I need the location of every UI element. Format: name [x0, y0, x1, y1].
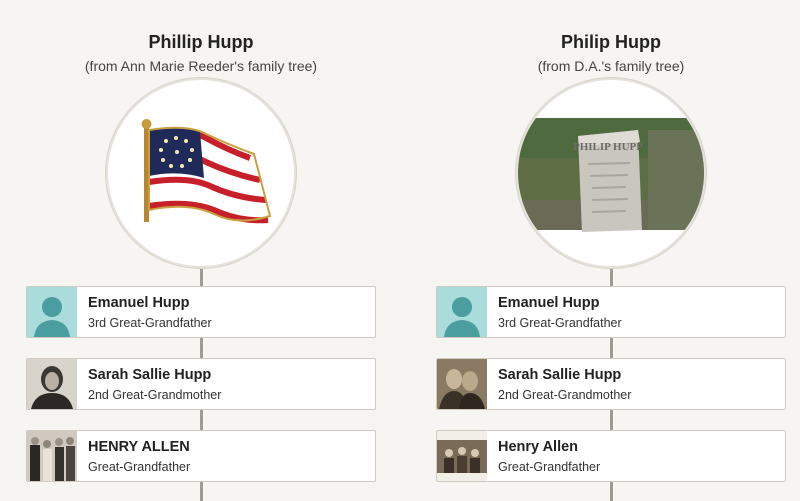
flag-image	[122, 108, 280, 236]
ancestor-photo	[437, 431, 487, 481]
ancestor-photo	[437, 359, 487, 409]
ancestor-card[interactable]: Henry Allen Great-Grandfather	[436, 430, 786, 482]
couple-portrait-icon	[437, 359, 487, 409]
tree-column-left: Phillip Hupp (from Ann Marie Reeder's fa…	[26, 0, 376, 501]
ancestor-card[interactable]: Sarah Sallie Hupp 2nd Great-Grandmother	[26, 358, 376, 410]
silhouette-avatar	[27, 287, 77, 337]
ancestor-relation: 3rd Great-Grandfather	[498, 316, 622, 330]
ancestor-relation: Great-Grandfather	[498, 460, 601, 474]
tree-column-right: Philip Hupp (from D.A.'s family tree) PH…	[436, 0, 786, 501]
person-silhouette-icon	[437, 287, 487, 337]
headstone-inscription: PHILIP HUPP	[573, 141, 643, 153]
tree-source: (from Ann Marie Reeder's family tree)	[84, 58, 318, 74]
person-name[interactable]: Phillip Hupp	[26, 32, 376, 53]
silhouette-avatar	[437, 287, 487, 337]
ancestor-relation: 2nd Great-Grandmother	[88, 388, 222, 402]
ancestor-relation: Great-Grandfather	[88, 460, 191, 474]
ancestor-relation: 3rd Great-Grandfather	[88, 316, 212, 330]
woman-portrait-icon	[27, 359, 77, 409]
person-photo-headstone[interactable]: PHILIP HUPP	[516, 78, 706, 268]
family-photo-icon	[437, 431, 487, 481]
ancestor-name: Emanuel Hupp	[498, 295, 600, 311]
headstone-image: PHILIP HUPP	[518, 118, 704, 232]
ancestor-name: HENRY ALLEN	[88, 439, 190, 455]
tree-source: (from D.A.'s family tree)	[537, 58, 685, 74]
ancestor-photo	[27, 359, 77, 409]
ancestor-name: Henry Allen	[498, 439, 579, 455]
ancestor-card[interactable]: Sarah Sallie Hupp 2nd Great-Grandmother	[436, 358, 786, 410]
ancestor-relation: 2nd Great-Grandmother	[498, 388, 632, 402]
ancestor-card[interactable]: HENRY ALLEN Great-Grandfather	[26, 430, 376, 482]
ancestor-name: Emanuel Hupp	[88, 295, 190, 311]
ancestor-name: Sarah Sallie Hupp	[498, 367, 622, 383]
ancestor-card[interactable]: Emanuel Hupp 3rd Great-Grandfather	[436, 286, 786, 338]
ancestor-card[interactable]: Emanuel Hupp 3rd Great-Grandfather	[26, 286, 376, 338]
ancestor-name: Sarah Sallie Hupp	[88, 367, 212, 383]
person-silhouette-icon	[27, 287, 77, 337]
ancestor-photo	[27, 431, 77, 481]
person-name[interactable]: Philip Hupp	[436, 32, 786, 53]
group-photo-icon	[27, 431, 77, 481]
person-photo-flag[interactable]	[106, 78, 296, 268]
